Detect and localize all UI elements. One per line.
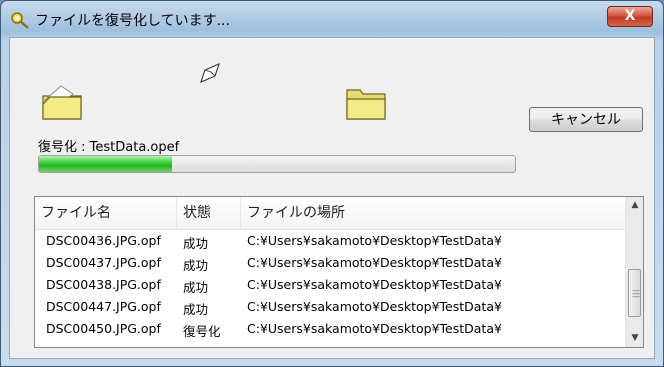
vertical-scrollbar[interactable]: ▲ — — — ▼ <box>625 197 643 347</box>
dialog-window: ファイルを復号化しています... X 復号化 : TestData.opef キ… <box>0 0 664 367</box>
cancel-button[interactable]: キャンセル <box>529 107 643 132</box>
cell-filename: DSC00450.JPG.opf <box>46 321 161 336</box>
scroll-thumb[interactable]: — — — <box>628 269 641 317</box>
status-label: 復号化 : TestData.opef <box>38 140 180 155</box>
cell-status: 成功 <box>183 258 209 273</box>
cell-status: 復号化 <box>183 324 221 339</box>
table-row[interactable]: DSC00436.JPG.opf 成功 C:¥Users¥sakamoto¥De… <box>35 230 625 252</box>
cell-location: C:¥Users¥sakamoto¥Desktop¥TestData¥ <box>247 299 502 314</box>
column-header-filename[interactable]: ファイル名 <box>35 197 177 229</box>
cell-location: C:¥Users¥sakamoto¥Desktop¥TestData¥ <box>247 233 502 248</box>
title-bar[interactable]: ファイルを復号化しています... X <box>1 1 663 37</box>
dialog-client-area: 復号化 : TestData.opef キャンセル ファイル名 状態 ファイルの… <box>9 37 655 359</box>
cell-location: C:¥Users¥sakamoto¥Desktop¥TestData¥ <box>247 321 502 336</box>
table-row[interactable]: DSC00450.JPG.opf 復号化 C:¥Users¥sakamoto¥D… <box>35 318 625 340</box>
cell-filename: DSC00436.JPG.opf <box>46 233 161 248</box>
flying-paper-icon <box>200 63 220 83</box>
list-header: ファイル名 状態 ファイルの場所 <box>35 197 625 230</box>
column-header-status[interactable]: 状態 <box>177 197 241 229</box>
cell-status: 成功 <box>183 236 209 251</box>
cell-status: 成功 <box>183 302 209 317</box>
table-row[interactable]: DSC00447.JPG.opf 成功 C:¥Users¥sakamoto¥De… <box>35 296 625 318</box>
progress-fill <box>39 156 173 172</box>
file-list[interactable]: ファイル名 状態 ファイルの場所 DSC00436.JPG.opf 成功 C:¥… <box>34 196 644 348</box>
cell-location: C:¥Users¥sakamoto¥Desktop¥TestData¥ <box>247 255 502 270</box>
scroll-down-arrow-icon[interactable]: ▼ <box>626 330 643 347</box>
cell-status: 成功 <box>183 280 209 295</box>
folder-icon <box>346 89 386 120</box>
list-rows: DSC00436.JPG.opf 成功 C:¥Users¥sakamoto¥De… <box>35 230 625 340</box>
close-icon: X <box>624 8 636 24</box>
key-search-icon <box>11 12 29 29</box>
grip-icon: — — — <box>632 286 640 301</box>
scroll-up-arrow-icon[interactable]: ▲ <box>626 197 643 214</box>
cell-filename: DSC00437.JPG.opf <box>46 255 161 270</box>
table-row[interactable]: DSC00438.JPG.opf 成功 C:¥Users¥sakamoto¥De… <box>35 274 625 296</box>
table-row[interactable]: DSC00437.JPG.opf 成功 C:¥Users¥sakamoto¥De… <box>35 252 625 274</box>
progress-bar <box>38 155 516 173</box>
close-button[interactable]: X <box>607 6 653 27</box>
column-header-location[interactable]: ファイルの場所 <box>241 197 625 229</box>
cell-location: C:¥Users¥sakamoto¥Desktop¥TestData¥ <box>247 277 502 292</box>
cell-filename: DSC00438.JPG.opf <box>46 277 161 292</box>
cell-filename: DSC00447.JPG.opf <box>46 299 161 314</box>
open-folder-icon <box>42 85 82 120</box>
window-title: ファイルを復号化しています... <box>35 13 230 29</box>
